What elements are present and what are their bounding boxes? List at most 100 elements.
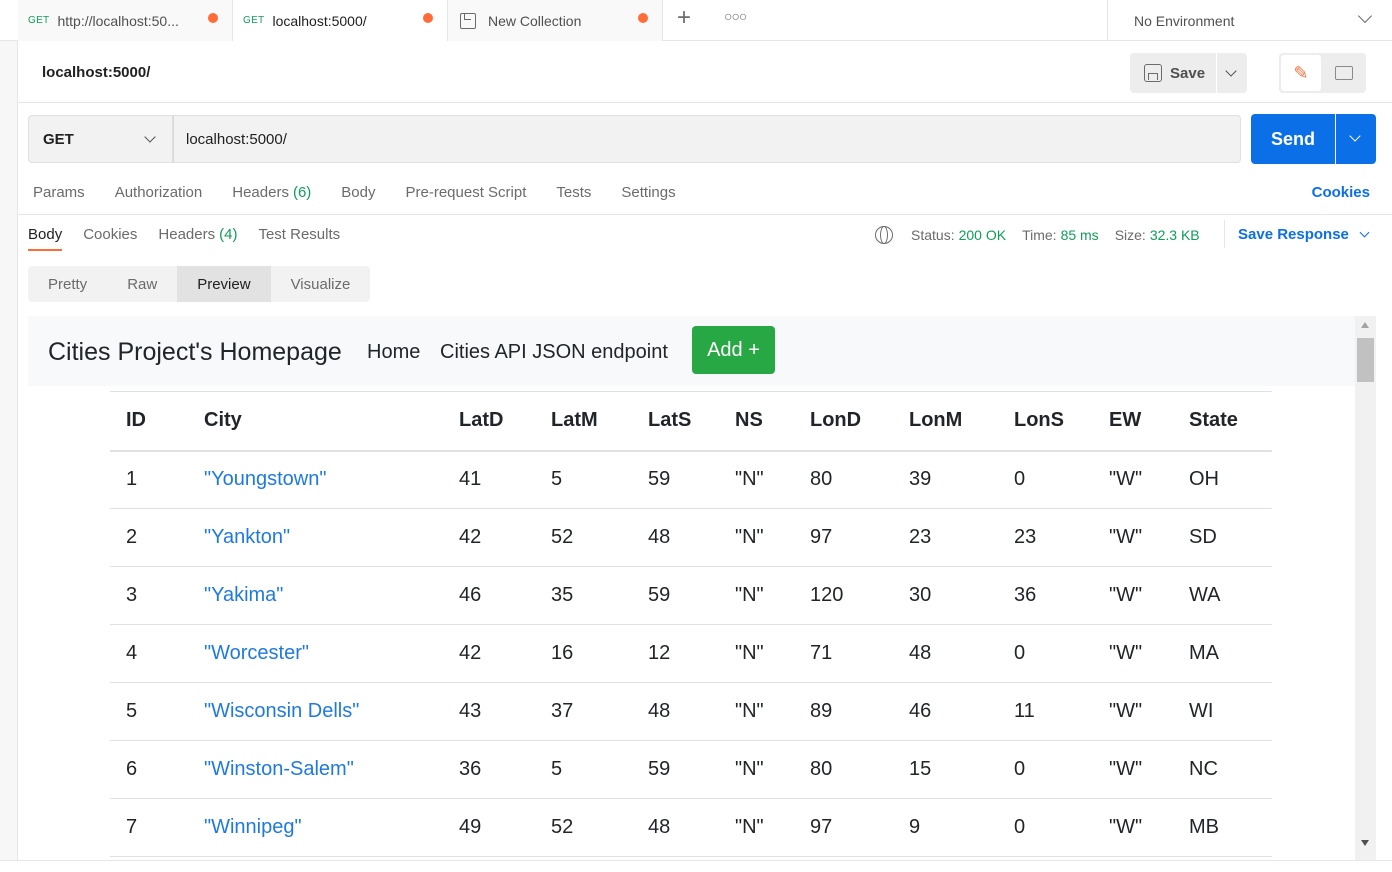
response-tab-headers[interactable]: Headers (4)	[158, 226, 237, 243]
table-cell: 3	[110, 566, 188, 625]
table-cell: 35	[535, 566, 632, 625]
table-cell: 5	[535, 740, 632, 799]
table-cell: 23	[998, 508, 1093, 567]
comment-icon[interactable]	[1327, 59, 1361, 87]
environment-selector[interactable]: No Environment	[1107, 0, 1392, 41]
tab-body[interactable]: Body	[341, 184, 375, 201]
table-cell: 97	[794, 798, 893, 857]
save-button[interactable]: Save	[1130, 53, 1216, 93]
more-tabs-icon[interactable]: ○○○	[724, 8, 747, 24]
table-cell: 6	[110, 740, 188, 799]
table-cell: OH	[1173, 450, 1272, 509]
preview-nav-api[interactable]: Cities API JSON endpoint	[440, 341, 668, 364]
table-cell: 39	[893, 450, 998, 509]
table-cell: 36	[443, 740, 535, 799]
tab-tests[interactable]: Tests	[556, 184, 591, 201]
city-link[interactable]: "Worcester"	[188, 624, 443, 683]
globe-icon[interactable]	[875, 226, 893, 244]
table-cell: "N"	[719, 566, 794, 625]
table-cell: 16	[535, 624, 632, 683]
save-response-button[interactable]: Save Response	[1238, 226, 1370, 243]
response-meta: Status: 200 OK Time: 85 ms Size: 32.3 KB	[875, 226, 1216, 244]
request-tab-1[interactable]: GET http://localhost:50...	[18, 0, 233, 41]
scroll-up-arrow-icon[interactable]	[1361, 322, 1369, 328]
view-preview[interactable]: Preview	[177, 266, 271, 302]
size-value[interactable]: 32.3 KB	[1150, 227, 1200, 243]
preview-add-button[interactable]: Add +	[692, 326, 775, 374]
scroll-thumb[interactable]	[1357, 338, 1374, 382]
column-header: LonD	[794, 391, 893, 452]
tab-settings[interactable]: Settings	[621, 184, 675, 201]
edit-pencil-icon[interactable]: ✎	[1281, 55, 1321, 91]
request-tab-3[interactable]: New Collection	[448, 0, 663, 41]
table-cell: "W"	[1093, 740, 1173, 799]
table-cell: WI	[1173, 682, 1272, 741]
cities-table: ID City LatD LatM LatS NS LonD LonM LonS EW State …	[110, 391, 1272, 857]
table-cell: 41	[443, 450, 535, 509]
http-method-select[interactable]: GET	[28, 115, 173, 163]
tab-authorization[interactable]: Authorization	[115, 184, 203, 201]
url-input[interactable]	[173, 115, 1241, 163]
save-options-dropdown[interactable]	[1217, 53, 1247, 93]
table-cell: "W"	[1093, 624, 1173, 683]
table-cell: 0	[998, 624, 1093, 683]
request-title: localhost:5000/	[42, 64, 151, 81]
request-tab-2[interactable]: GET localhost:5000/	[233, 0, 448, 41]
table-body: 1 "Youngstown" 41 5 59 "N" 80 39 0 "W" OH 2 "Yankton…	[110, 450, 1272, 857]
table-cell: 59	[632, 450, 719, 509]
city-link[interactable]: "Wisconsin Dells"	[188, 682, 443, 741]
table-cell: 5	[535, 450, 632, 509]
table-cell: "W"	[1093, 508, 1173, 567]
method-label: GET	[43, 130, 74, 148]
column-header: LatS	[632, 391, 719, 452]
table-cell: "N"	[719, 798, 794, 857]
table-cell: "N"	[719, 624, 794, 683]
tab-title: New Collection	[488, 12, 582, 29]
city-link[interactable]: "Yankton"	[188, 508, 443, 567]
table-cell: 11	[998, 682, 1093, 741]
request-tab-bar: GET http://localhost:50... GET localhost…	[0, 0, 1392, 41]
table-cell: 23	[893, 508, 998, 567]
status-value[interactable]: 200 OK	[959, 227, 1006, 243]
view-raw[interactable]: Raw	[107, 266, 177, 302]
table-row: 1 "Youngstown" 41 5 59 "N" 80 39 0 "W" OH	[110, 450, 1272, 509]
preview-brand[interactable]: Cities Project's Homepage	[48, 338, 342, 367]
city-link[interactable]: "Winston-Salem"	[188, 740, 443, 799]
table-cell: 52	[535, 508, 632, 567]
response-tab-body[interactable]: Body	[28, 226, 63, 251]
preview-scrollbar[interactable]	[1355, 316, 1376, 860]
status-bar	[0, 860, 1392, 872]
table-cell: 49	[443, 798, 535, 857]
tab-params[interactable]: Params	[33, 184, 85, 201]
response-view-modes: Pretty Raw Preview Visualize	[28, 266, 371, 302]
column-header: ID	[110, 391, 188, 452]
new-tab-plus-icon[interactable]: +	[677, 4, 691, 32]
send-options-dropdown[interactable]	[1336, 114, 1376, 164]
time-value[interactable]: 85 ms	[1061, 227, 1099, 243]
table-cell: MA	[1173, 624, 1272, 683]
city-link[interactable]: "Youngstown"	[188, 450, 443, 509]
tab-headers[interactable]: Headers (6)	[232, 184, 311, 201]
divider	[18, 102, 1392, 103]
scroll-down-arrow-icon[interactable]	[1361, 840, 1369, 846]
view-visualize[interactable]: Visualize	[271, 266, 371, 302]
table-cell: 42	[443, 624, 535, 683]
unsaved-dot-icon	[638, 13, 648, 23]
divider	[18, 214, 1392, 215]
city-link[interactable]: "Yakima"	[188, 566, 443, 625]
cookies-link[interactable]: Cookies	[1312, 184, 1370, 201]
preview-nav-home[interactable]: Home	[367, 341, 420, 364]
table-cell: 80	[794, 450, 893, 509]
view-pretty[interactable]: Pretty	[28, 266, 107, 302]
table-cell: 59	[632, 740, 719, 799]
response-tab-test-results[interactable]: Test Results	[258, 226, 340, 243]
table-cell: 12	[632, 624, 719, 683]
response-tab-cookies[interactable]: Cookies	[83, 226, 137, 243]
tab-headers-label: Headers	[232, 184, 289, 201]
table-cell: "N"	[719, 740, 794, 799]
table-cell: 48	[632, 682, 719, 741]
city-link[interactable]: "Winnipeg"	[188, 798, 443, 857]
chevron-down-icon	[144, 131, 156, 143]
send-button[interactable]: Send	[1251, 114, 1335, 164]
tab-prerequest-script[interactable]: Pre-request Script	[406, 184, 527, 201]
